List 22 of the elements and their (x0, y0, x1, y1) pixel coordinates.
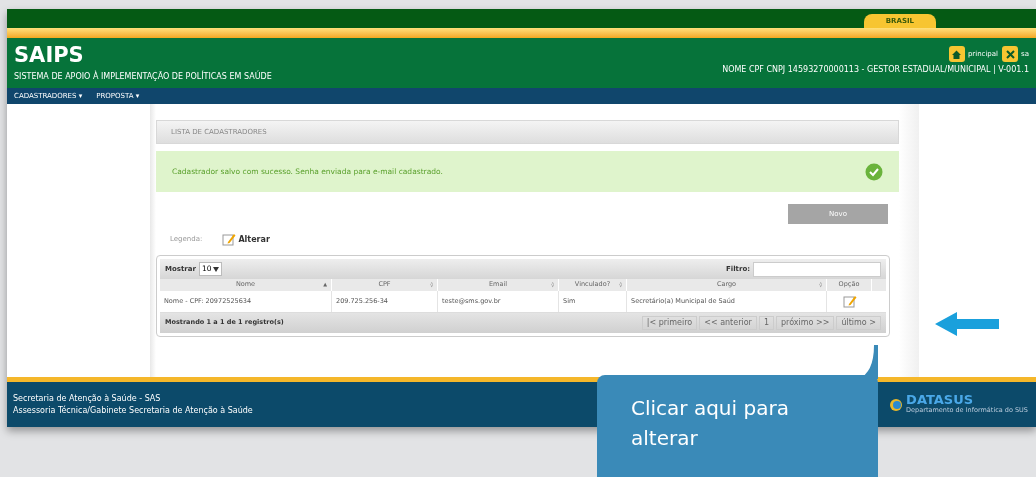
pagination-button[interactable]: |< primeiro (641, 316, 698, 330)
filter-field[interactable] (753, 261, 881, 277)
home-icon (948, 46, 965, 62)
user-info: NOME CPF CNPJ 14593270000113 - GESTOR ESTADUAL/MUNICIPAL | V-001.1 (722, 64, 1029, 76)
logo-icon (889, 397, 904, 412)
footer-text: Secretaria de Atenção à Saúde - SAS (13, 392, 162, 405)
close-icon (1002, 46, 1019, 62)
edit-icon (842, 295, 857, 308)
caret-icon (213, 266, 220, 272)
app-subtitle: SISTEMA DE APOIO À IMPLEMENTAÇÃO DE POLÍTICAS EM SAÚDE (14, 71, 272, 83)
pagination-button[interactable]: último > (836, 316, 881, 330)
pagination-button[interactable]: << anterior (699, 316, 757, 330)
app-title: SAIPS (14, 42, 85, 69)
pagination-button[interactable]: 1 (758, 316, 774, 330)
logo-text: DATASUS (906, 393, 974, 407)
footer-text: Assessoria Técnica/Gabinete Secretaria de Atenção à Saúde (13, 404, 253, 417)
pointer-arrow-icon (935, 312, 999, 336)
edit-icon (222, 233, 237, 246)
legend-text: Alterar (238, 234, 270, 246)
callout-text: Clicar aqui para alterar (631, 395, 790, 452)
check-icon (865, 162, 883, 181)
pagination-button[interactable]: próximo >> (775, 316, 835, 330)
